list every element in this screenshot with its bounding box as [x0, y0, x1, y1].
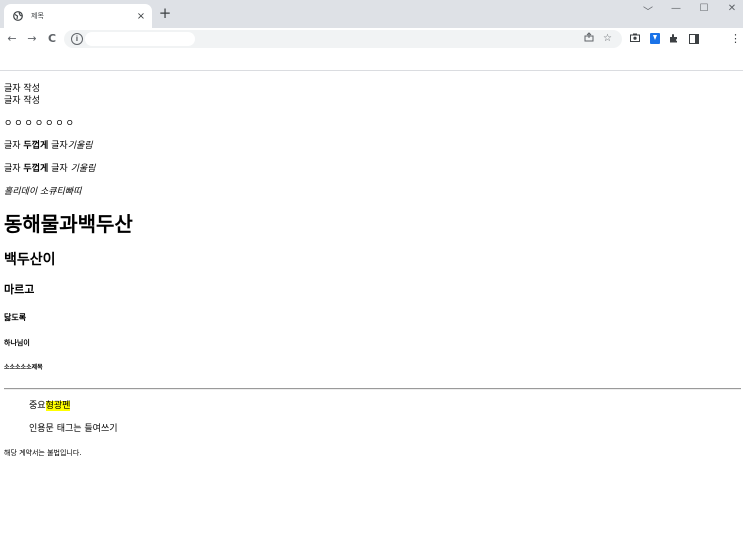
share-icon[interactable] — [584, 32, 594, 47]
text-span: 글자 — [4, 164, 24, 174]
text-span: 글자 — [4, 141, 24, 151]
minimize-button[interactable]: — — [668, 3, 684, 14]
download-icon[interactable] — [650, 33, 660, 44]
side-panel-icon[interactable] — [689, 34, 699, 44]
text-line: 글자 작성 — [4, 96, 40, 106]
tab-active[interactable]: 제목 × — [4, 4, 152, 28]
maximize-button[interactable]: ☐ — [696, 3, 712, 14]
new-tab-button[interactable]: + — [158, 6, 172, 21]
emphasis-text: 기울림 — [70, 164, 96, 174]
extensions-icon[interactable] — [669, 33, 679, 47]
browser-toolbar: ← → C i ☆ ⋮ — [0, 28, 743, 50]
menu-icon[interactable]: ⋮ — [730, 31, 741, 47]
italic-text: 홀리데이 소큐티빠띠 — [4, 187, 82, 197]
heading-5: 하나님이 — [4, 339, 30, 347]
text-line: 글자 작성 — [4, 84, 40, 94]
url-field[interactable] — [85, 32, 195, 46]
heading-1: 동해물과백두산 — [4, 212, 133, 236]
camera-icon[interactable] — [630, 33, 640, 46]
bold-paragraph: 글자 두껍게 글자기울림 — [4, 140, 93, 152]
bookmarks-bar — [0, 50, 743, 71]
text-span: 글자 — [48, 141, 68, 151]
forward-button[interactable]: → — [25, 31, 39, 47]
window-close-button[interactable]: ✕ — [724, 3, 740, 14]
small-text: 해당 계약서는 불법입니다. — [4, 449, 82, 457]
blockquote-highlight: 중요형광펜 — [29, 400, 71, 412]
reload-button[interactable]: C — [45, 31, 59, 47]
text-span: 중요 — [29, 401, 46, 411]
text-span: 글자 — [48, 164, 71, 174]
italic-text: 기울림 — [67, 141, 93, 151]
back-button[interactable]: ← — [5, 31, 19, 47]
tab-strip: 제목 × + ﹀ — ☐ ✕ — [0, 0, 743, 28]
heading-4: 닳도록 — [4, 313, 27, 322]
horizontal-rule — [4, 388, 741, 390]
highlighted-text: 형광펜 — [45, 401, 71, 411]
tab-title: 제목 — [31, 12, 44, 20]
circle-text: ㅇㅇㅇㅇㅇㅇㅇ — [4, 119, 76, 129]
close-icon[interactable]: × — [136, 11, 146, 22]
globe-icon — [12, 11, 23, 22]
info-icon[interactable]: i — [71, 33, 83, 45]
blockquote: 인용문 태그는 들여쓰기 — [29, 424, 118, 434]
strong-paragraph: 글자 두껍게 글자 기울림 — [4, 163, 95, 175]
strong-text: 두껍게 — [23, 164, 49, 174]
italic-paragraph: 홀리데이 소큐티빠띠 — [4, 186, 81, 198]
bold-text: 두껍게 — [23, 141, 49, 151]
heading-6: 소소소소소제목 — [4, 364, 43, 371]
tab-search-icon[interactable]: ﹀ — [640, 3, 656, 18]
heading-3: 마르고 — [4, 283, 35, 296]
heading-2: 백두산이 — [4, 252, 56, 268]
star-icon[interactable]: ☆ — [603, 32, 612, 46]
address-bar[interactable]: i ☆ — [64, 30, 622, 48]
